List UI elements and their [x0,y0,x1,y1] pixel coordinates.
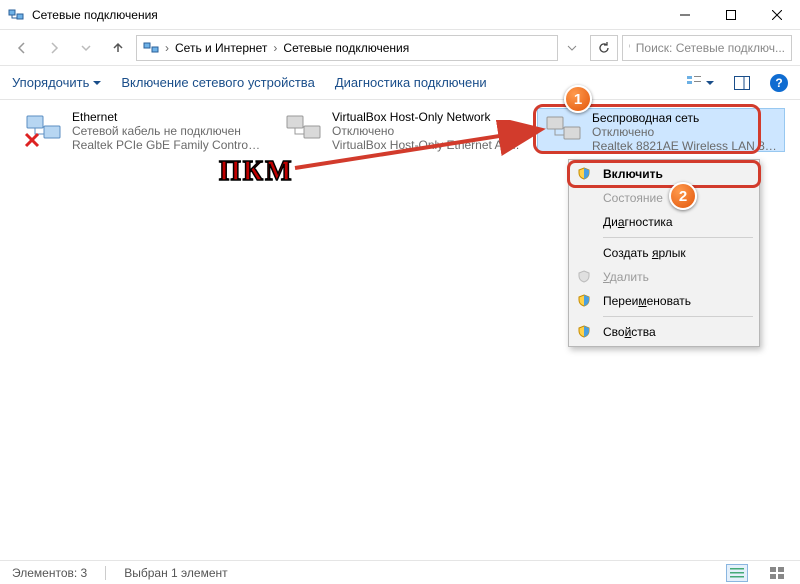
preview-pane-button[interactable] [734,76,750,90]
toolbar: Упорядочить Включение сетевого устройств… [0,66,800,100]
up-button[interactable] [104,34,132,62]
view-icon [686,75,702,91]
view-options-button[interactable] [686,75,714,91]
chevron-right-icon[interactable]: › [161,41,173,55]
titlebar: Сетевые подключения [0,0,800,30]
shield-icon [577,167,591,181]
adapter-status: Отключено [592,125,782,139]
shield-icon [577,294,591,308]
search-icon [629,41,630,54]
adapter-name: VirtualBox Host-Only Network [332,110,519,124]
status-bar: Элементов: 3 Выбран 1 элемент [0,560,800,584]
adapter-device: Realtek PCIe GbE Family Controller [72,138,262,152]
adapter-icon [544,111,584,151]
adapter-icon [284,110,324,150]
navigation-bar: › Сеть и Интернет › Сетевые подключения … [0,30,800,66]
ctx-diagnose[interactable]: Диагностика [569,210,759,234]
history-dropdown[interactable] [72,34,100,62]
help-icon: ? [770,74,788,92]
forward-button[interactable] [40,34,68,62]
diagnose-connection-button[interactable]: Диагностика подключени [335,75,487,90]
window-title: Сетевые подключения [32,8,662,22]
adapter-name: Ethernet [72,110,262,124]
maximize-button[interactable] [708,0,754,30]
organize-menu[interactable]: Упорядочить [12,75,101,90]
breadcrumb-parent[interactable]: Сеть и Интернет [175,41,267,55]
item-count: Элементов: 3 [12,566,87,580]
adapter-device: VirtualBox Host-Only Ethernet Ad... [332,138,519,152]
refresh-button[interactable] [590,35,618,61]
search-input[interactable]: Поиск: Сетевые подключ... [622,35,792,61]
ctx-create-shortcut[interactable]: Создать ярлык [569,241,759,265]
tiles-view-button[interactable] [766,564,788,582]
adapter-name: Беспроводная сеть [592,111,782,125]
selected-count: Выбран 1 элемент [124,566,227,580]
details-view-button[interactable] [726,564,748,582]
address-dropdown[interactable] [562,34,582,62]
address-bar[interactable]: › Сеть и Интернет › Сетевые подключения [136,35,558,61]
adapter-status: Сетевой кабель не подключен [72,124,262,138]
breadcrumb-current[interactable]: Сетевые подключения [283,41,409,55]
ctx-status: Состояние [569,186,759,210]
help-button[interactable]: ? [770,74,788,92]
network-connections-icon [8,7,24,23]
separator [603,316,753,317]
minimize-button[interactable] [662,0,708,30]
context-menu: Включить Состояние Диагностика Создать я… [568,159,760,347]
back-button[interactable] [8,34,36,62]
ctx-rename[interactable]: Переименовать [569,289,759,313]
adapter-device: Realtek 8821AE Wireless LAN 802... [592,139,782,153]
chevron-right-icon[interactable]: › [269,41,281,55]
ctx-enable[interactable]: Включить [569,162,759,186]
ctx-properties[interactable]: Свойства [569,320,759,344]
adapter-status: Отключено [332,124,519,138]
adapter-wireless[interactable]: Беспроводная сеть Отключено Realtek 8821… [537,108,785,152]
enable-device-button[interactable]: Включение сетевого устройства [121,75,314,90]
search-placeholder: Поиск: Сетевые подключ... [636,41,785,55]
close-button[interactable] [754,0,800,30]
adapter-icon [24,110,64,150]
network-connections-icon [143,40,159,56]
adapter-ethernet[interactable]: Ethernet Сетевой кабель не подключен Rea… [18,108,266,152]
adapter-virtualbox[interactable]: VirtualBox Host-Only Network Отключено V… [278,108,526,152]
shield-icon [577,325,591,339]
shield-icon [577,270,591,284]
separator [603,237,753,238]
ctx-delete: Удалить [569,265,759,289]
